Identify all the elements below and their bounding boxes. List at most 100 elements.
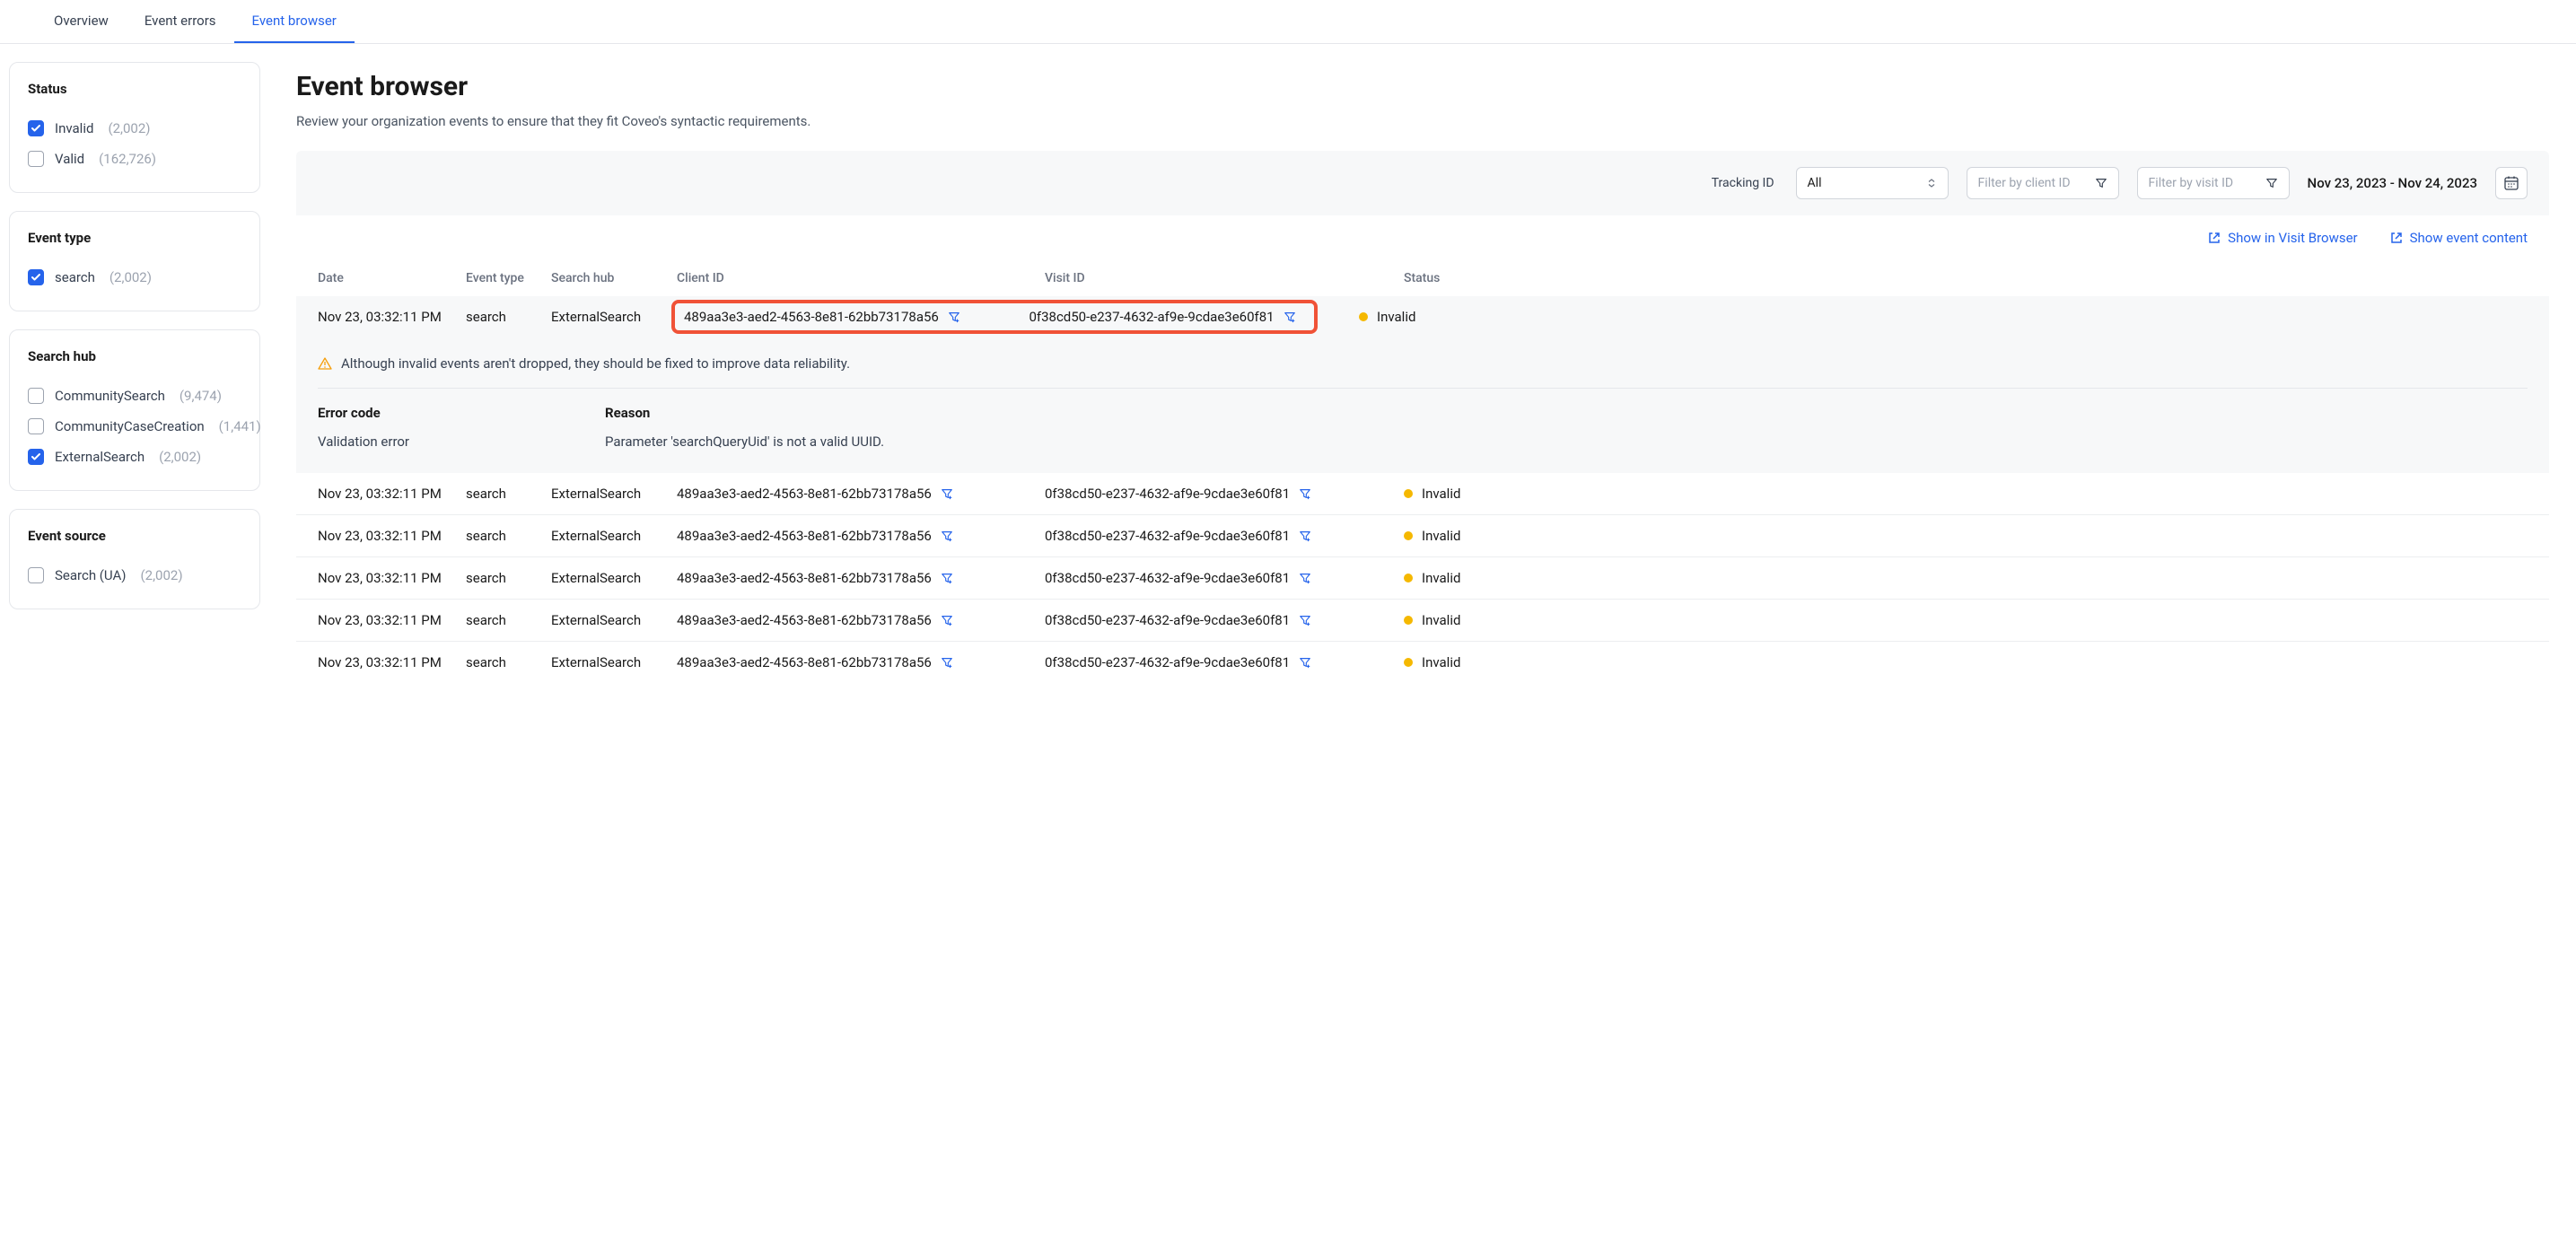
calendar-icon	[2503, 175, 2519, 191]
external-link-icon	[2208, 232, 2221, 244]
table-row[interactable]: Nov 23, 03:32:11 PMsearchExternalSearch4…	[296, 556, 2549, 599]
table-row[interactable]: Nov 23, 03:32:11 PMsearchExternalSearch4…	[296, 296, 2549, 337]
cell-date: Nov 23, 03:32:11 PM	[318, 570, 466, 586]
show-visit-browser-link[interactable]: Show in Visit Browser	[2208, 230, 2357, 246]
cell-date: Nov 23, 03:32:11 PM	[318, 309, 466, 325]
cell-visit-id: 0f38cd50-e237-4632-af9e-9cdae3e60f81	[1045, 654, 1404, 670]
reason-label: Reason	[605, 405, 884, 421]
external-link-icon	[2390, 232, 2403, 244]
filter-add-icon[interactable]	[1299, 487, 1311, 500]
checkbox[interactable]	[28, 449, 44, 465]
filter-title: Event type	[28, 230, 241, 246]
checkbox[interactable]	[28, 388, 44, 404]
filter-option-valid[interactable]: Valid(162,726)	[28, 144, 241, 174]
cell-hub: ExternalSearch	[551, 654, 677, 670]
tabs: OverviewEvent errorsEvent browser	[0, 0, 2576, 44]
table-row[interactable]: Nov 23, 03:32:11 PMsearchExternalSearch4…	[296, 514, 2549, 556]
filter-option-search-ua-[interactable]: Search (UA) (2,002)	[28, 560, 241, 591]
reason-value: Parameter 'searchQueryUid' is not a vali…	[605, 434, 884, 450]
cell-type: search	[466, 570, 551, 586]
cell-visit-id: 0f38cd50-e237-4632-af9e-9cdae3e60f81	[1045, 528, 1404, 544]
filter-add-icon[interactable]	[948, 311, 960, 323]
cell-visit-id: 0f38cd50-e237-4632-af9e-9cdae3e60f81	[1029, 309, 1305, 325]
cell-status: Invalid	[1404, 486, 1494, 502]
tracking-id-select[interactable]: All	[1796, 167, 1949, 199]
filter-card-status: Status Invalid(2,002)Valid(162,726)	[9, 62, 260, 193]
filter-option-label: search	[55, 269, 95, 285]
checkbox[interactable]	[28, 120, 44, 136]
cell-client-id: 489aa3e3-aed2-4563-8e81-62bb73178a56	[677, 486, 1045, 502]
page-title: Event browser	[296, 71, 2549, 102]
filter-option-label: Search (UA)	[55, 567, 127, 583]
highlighted-ids: 489aa3e3-aed2-4563-8e81-62bb73178a560f38…	[671, 300, 1318, 334]
filter-add-icon[interactable]	[1299, 572, 1311, 584]
cell-type: search	[466, 654, 551, 670]
cell-hub: ExternalSearch	[551, 309, 677, 325]
filter-add-icon[interactable]	[941, 487, 953, 500]
filter-option-count: (2,002)	[141, 567, 183, 583]
filter-title: Search hub	[28, 348, 241, 364]
cell-client-id: 489aa3e3-aed2-4563-8e81-62bb73178a56	[677, 570, 1045, 586]
filter-add-icon[interactable]	[941, 656, 953, 669]
tab-overview[interactable]: Overview	[36, 0, 127, 43]
col-date: Date	[318, 271, 466, 285]
warning-text: Although invalid events aren't dropped, …	[341, 355, 850, 372]
table-row[interactable]: Nov 23, 03:32:11 PMsearchExternalSearch4…	[296, 599, 2549, 641]
filter-option-label: CommunitySearch	[55, 388, 165, 404]
col-client: Client ID	[677, 271, 1045, 285]
page-description: Review your organization events to ensur…	[296, 113, 2549, 129]
warning-icon	[318, 356, 332, 371]
cell-status: Invalid	[1404, 612, 1494, 628]
table-row[interactable]: Nov 23, 03:32:11 PMsearchExternalSearch4…	[296, 641, 2549, 683]
cell-date: Nov 23, 03:32:11 PM	[318, 486, 466, 502]
filter-option-count: (1,441)	[219, 418, 261, 434]
filter-add-icon[interactable]	[1299, 530, 1311, 542]
filter-option-communitysearch[interactable]: CommunitySearch (9,474)	[28, 381, 241, 411]
cell-type: search	[466, 309, 551, 325]
show-event-content-link[interactable]: Show event content	[2390, 230, 2528, 246]
filter-add-icon[interactable]	[1299, 656, 1311, 669]
filter-add-icon[interactable]	[941, 530, 953, 542]
filter-add-icon[interactable]	[941, 572, 953, 584]
filter-option-count: (9,474)	[180, 388, 222, 404]
calendar-button[interactable]	[2495, 167, 2528, 199]
col-type: Event type	[466, 271, 551, 285]
toolbar: Tracking ID All Filter by client ID Filt…	[296, 151, 2549, 215]
filter-option-count: (2,002)	[110, 269, 152, 285]
filter-icon	[2095, 177, 2107, 189]
cell-date: Nov 23, 03:32:11 PM	[318, 528, 466, 544]
cell-status: Invalid	[1359, 309, 1449, 325]
filter-add-icon[interactable]	[1284, 311, 1296, 323]
filter-option-externalsearch[interactable]: ExternalSearch(2,002)	[28, 442, 241, 472]
filter-title: Status	[28, 81, 241, 97]
filter-option-communitycasecreation[interactable]: CommunityCaseCreation(1,441)	[28, 411, 241, 442]
filter-card-event-source: Event source Search (UA) (2,002)	[9, 509, 260, 609]
client-id-placeholder: Filter by client ID	[1978, 176, 2071, 190]
client-id-input[interactable]: Filter by client ID	[1967, 167, 2119, 199]
chevron-updown-icon	[1926, 178, 1937, 188]
checkbox[interactable]	[28, 418, 44, 434]
tab-event-browser[interactable]: Event browser	[234, 0, 355, 43]
table-row[interactable]: Nov 23, 03:32:11 PMsearchExternalSearch4…	[296, 473, 2549, 514]
date-range: Nov 23, 2023 - Nov 24, 2023	[2308, 175, 2477, 191]
filter-option-search[interactable]: search (2,002)	[28, 262, 241, 293]
filter-add-icon[interactable]	[1299, 614, 1311, 626]
tab-event-errors[interactable]: Event errors	[127, 0, 234, 43]
table-header: Date Event type Search hub Client ID Vis…	[296, 260, 2549, 296]
filter-add-icon[interactable]	[941, 614, 953, 626]
filter-option-label: ExternalSearch	[55, 449, 145, 465]
checkbox[interactable]	[28, 567, 44, 583]
filter-option-label: CommunityCaseCreation	[55, 418, 205, 434]
checkbox[interactable]	[28, 151, 44, 167]
filter-option-invalid[interactable]: Invalid(2,002)	[28, 113, 241, 144]
filter-icon	[2265, 177, 2278, 189]
checkbox[interactable]	[28, 269, 44, 285]
cell-date: Nov 23, 03:32:11 PM	[318, 612, 466, 628]
warning-banner: Although invalid events aren't dropped, …	[318, 355, 2528, 389]
cell-status: Invalid	[1404, 654, 1494, 670]
status-dot-icon	[1404, 574, 1413, 582]
visit-id-placeholder: Filter by visit ID	[2149, 176, 2234, 190]
visit-id-input[interactable]: Filter by visit ID	[2137, 167, 2290, 199]
filter-title: Event source	[28, 528, 241, 544]
cell-hub: ExternalSearch	[551, 486, 677, 502]
